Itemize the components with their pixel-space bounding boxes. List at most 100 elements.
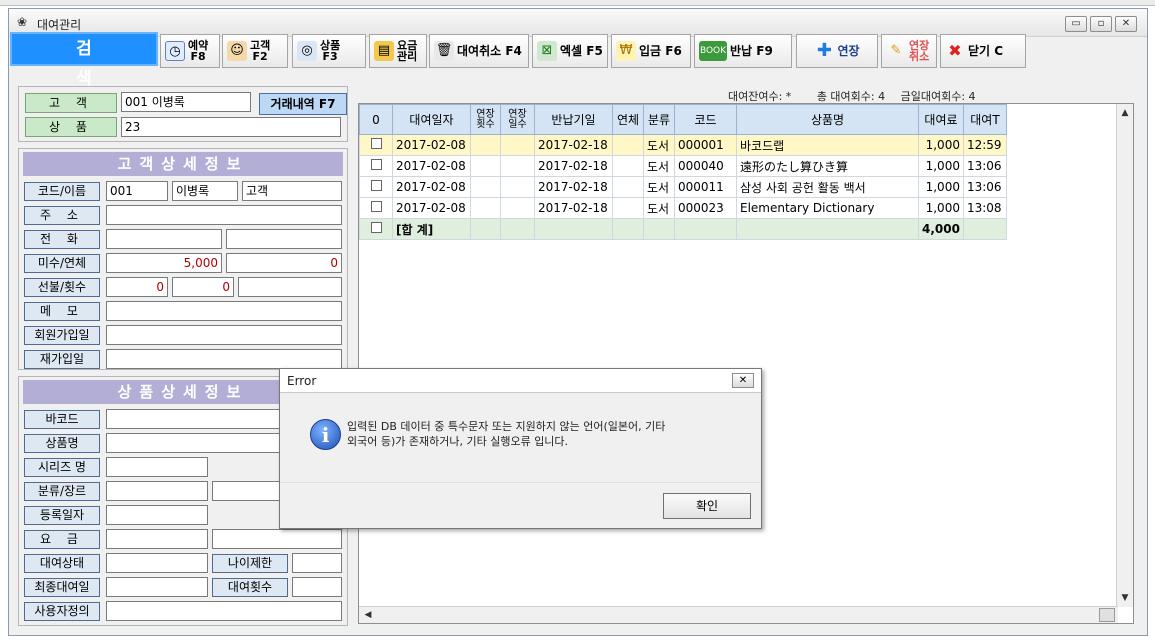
rental-stats: 대여잔여수: * 총 대여회수: 4 금일대여회수: 4 xyxy=(728,88,976,104)
customer-button[interactable]: ☺ 고객 F2 xyxy=(222,34,288,68)
phone-field-1[interactable] xyxy=(106,229,222,249)
last-rental-field[interactable] xyxy=(106,577,208,597)
product-name-label: 상품명 xyxy=(24,434,100,453)
vertical-scrollbar[interactable]: ▲ ▼ xyxy=(1116,104,1133,607)
col-product-name[interactable]: 상품명 xyxy=(736,104,919,135)
scroll-thumb[interactable] xyxy=(1099,608,1115,622)
col-due-date[interactable]: 반납기일 xyxy=(534,104,613,135)
unpaid-field[interactable]: 5,000 xyxy=(106,253,222,273)
corner-header[interactable]: 0 xyxy=(359,104,393,135)
row-checkbox[interactable] xyxy=(370,180,382,191)
search-button[interactable]: 검 색 xyxy=(10,32,158,89)
customer-search-input[interactable]: 001 이병록 xyxy=(121,92,251,112)
cell-category: 도서 xyxy=(643,176,675,198)
category-label: 분류/장르 xyxy=(24,482,100,501)
excel-icon: ⊠ xyxy=(537,41,557,61)
product-button[interactable]: ◎ 상품 F3 xyxy=(292,34,366,68)
col-category[interactable]: 분류 xyxy=(643,104,675,135)
overdue-field[interactable]: 0 xyxy=(226,253,342,273)
prepaid-extra-field[interactable] xyxy=(238,277,342,297)
last-rental-label: 최종대여일 xyxy=(24,578,100,597)
col-ext-count[interactable]: 연장 횟수 xyxy=(470,104,501,135)
cell-time: 13:06 xyxy=(962,155,1007,177)
table-row[interactable]: 2017-02-08 2017-02-18 도서 000023 Elementa… xyxy=(359,197,1007,219)
sum-empty xyxy=(643,218,675,240)
rental-grid: 0 대여일자 연장 횟수 연장 일수 반납기일 연체 분류 코드 상품명 대여료… xyxy=(358,103,1134,624)
close-window-button[interactable]: ✕ xyxy=(1115,16,1137,32)
col-fee[interactable]: 대여료 xyxy=(918,104,964,135)
scroll-up-arrow-icon[interactable]: ▲ xyxy=(1117,105,1133,121)
scroll-down-arrow-icon[interactable]: ▼ xyxy=(1117,590,1133,606)
phone-field-2[interactable] xyxy=(226,229,342,249)
table-header-row: 0 대여일자 연장 횟수 연장 일수 반납기일 연체 분류 코드 상품명 대여료… xyxy=(359,104,1007,135)
extend-cancel-button[interactable]: ✎ 연장 취소 xyxy=(881,34,937,68)
row-checkbox[interactable] xyxy=(370,138,382,149)
sum-checkbox[interactable] xyxy=(370,222,382,233)
minimize-button[interactable]: ▭ xyxy=(1065,16,1087,32)
extend-button[interactable]: ✚ 연장 xyxy=(796,34,878,68)
customer-code-field[interactable]: 001 xyxy=(106,181,168,201)
cell-fee: 1,000 xyxy=(918,197,964,219)
count-field[interactable]: 0 xyxy=(172,277,234,297)
row-checkbox-cell[interactable] xyxy=(359,134,393,156)
cell-date: 2017-02-08 xyxy=(392,176,471,198)
customer-name-field[interactable]: 이병록 xyxy=(172,181,238,201)
rental-status-field[interactable] xyxy=(106,553,208,573)
user-defined-field[interactable] xyxy=(106,601,342,621)
fee-field[interactable] xyxy=(106,529,208,549)
deposit-button[interactable]: ₩ 입금 F6 xyxy=(611,34,691,68)
reserve-button[interactable]: ◷ 예약 F8 xyxy=(160,34,220,68)
row-checkbox-cell[interactable] xyxy=(359,176,393,198)
table-row[interactable]: 2017-02-08 2017-02-18 도서 000040 遠形のたし算ひき… xyxy=(359,155,1007,177)
row-checkbox-cell[interactable] xyxy=(359,197,393,219)
product-search-input[interactable]: 23 xyxy=(121,117,341,137)
age-limit-field[interactable] xyxy=(292,553,342,573)
rental-count-field[interactable] xyxy=(292,577,342,597)
row-checkbox[interactable] xyxy=(370,159,382,170)
cancel-rental-button[interactable]: 🗑 대여취소 F4 xyxy=(429,34,529,68)
cell-ext-count xyxy=(470,155,501,177)
dialog-button-area: 확인 xyxy=(280,482,761,528)
sum-checkbox-cell[interactable] xyxy=(359,218,393,240)
col-time[interactable]: 대여T xyxy=(962,104,1007,135)
excel-button[interactable]: ⊠ 엑셀 F5 xyxy=(532,34,608,68)
memo-field[interactable] xyxy=(106,301,342,321)
col-code[interactable]: 코드 xyxy=(674,104,737,135)
join-date-field[interactable] xyxy=(106,325,342,345)
dialog-close-button[interactable]: ✕ xyxy=(732,373,754,388)
horizontal-scrollbar[interactable]: ◀ xyxy=(359,606,1118,623)
col-ext-days[interactable]: 연장 일수 xyxy=(500,104,535,135)
prepaid-field[interactable]: 0 xyxy=(106,277,168,297)
address-field[interactable] xyxy=(106,205,342,225)
col-rental-date[interactable]: 대여일자 xyxy=(392,104,471,135)
category-field[interactable] xyxy=(106,481,208,501)
table-row[interactable]: 2017-02-08 2017-02-18 도서 000001 바코드랩 1,0… xyxy=(359,134,1007,156)
row-checkbox[interactable] xyxy=(370,201,382,212)
ok-button[interactable]: 확인 xyxy=(663,493,751,519)
table-row[interactable]: 2017-02-08 2017-02-18 도서 000011 삼성 사회 공헌… xyxy=(359,176,1007,198)
trade-history-button[interactable]: 거래내역 F7 xyxy=(259,93,347,115)
age-limit-label: 나이제한 xyxy=(212,554,288,573)
series-field[interactable] xyxy=(106,457,208,477)
cell-category: 도서 xyxy=(643,134,675,156)
scroll-left-arrow-icon[interactable]: ◀ xyxy=(360,607,376,623)
fee-label: 요 금 xyxy=(24,530,100,549)
fee-extra-field[interactable] xyxy=(212,529,342,549)
cell-due: 2017-02-18 xyxy=(534,176,613,198)
unpaid-overdue-label: 미수/연체 xyxy=(24,254,100,273)
maximize-button[interactable]: ▫ xyxy=(1090,16,1112,32)
return-button[interactable]: BOOK 반납 F9 xyxy=(694,34,792,68)
sum-empty xyxy=(500,218,535,240)
close-button[interactable]: ✖ 닫기 C xyxy=(940,34,1026,68)
person-icon: ☺ xyxy=(227,41,247,61)
search-box: 고 객 001 이병록 거래내역 F7 상 품 23 xyxy=(18,86,348,142)
left-panel: 고 객 001 이병록 거래내역 F7 상 품 23 고객상세정보 코드/이름 … xyxy=(18,86,348,626)
rejoin-date-field[interactable] xyxy=(106,349,342,369)
reg-date-field[interactable] xyxy=(106,505,208,525)
customer-type-field[interactable]: 고객 xyxy=(242,181,342,201)
row-checkbox-cell[interactable] xyxy=(359,155,393,177)
remaining-count: 대여잔여수: * xyxy=(728,90,792,103)
col-overdue[interactable]: 연체 xyxy=(612,104,644,135)
fee-management-button[interactable]: ▤ 요금 관리 xyxy=(369,34,427,68)
app-icon: ❀ xyxy=(17,15,28,29)
